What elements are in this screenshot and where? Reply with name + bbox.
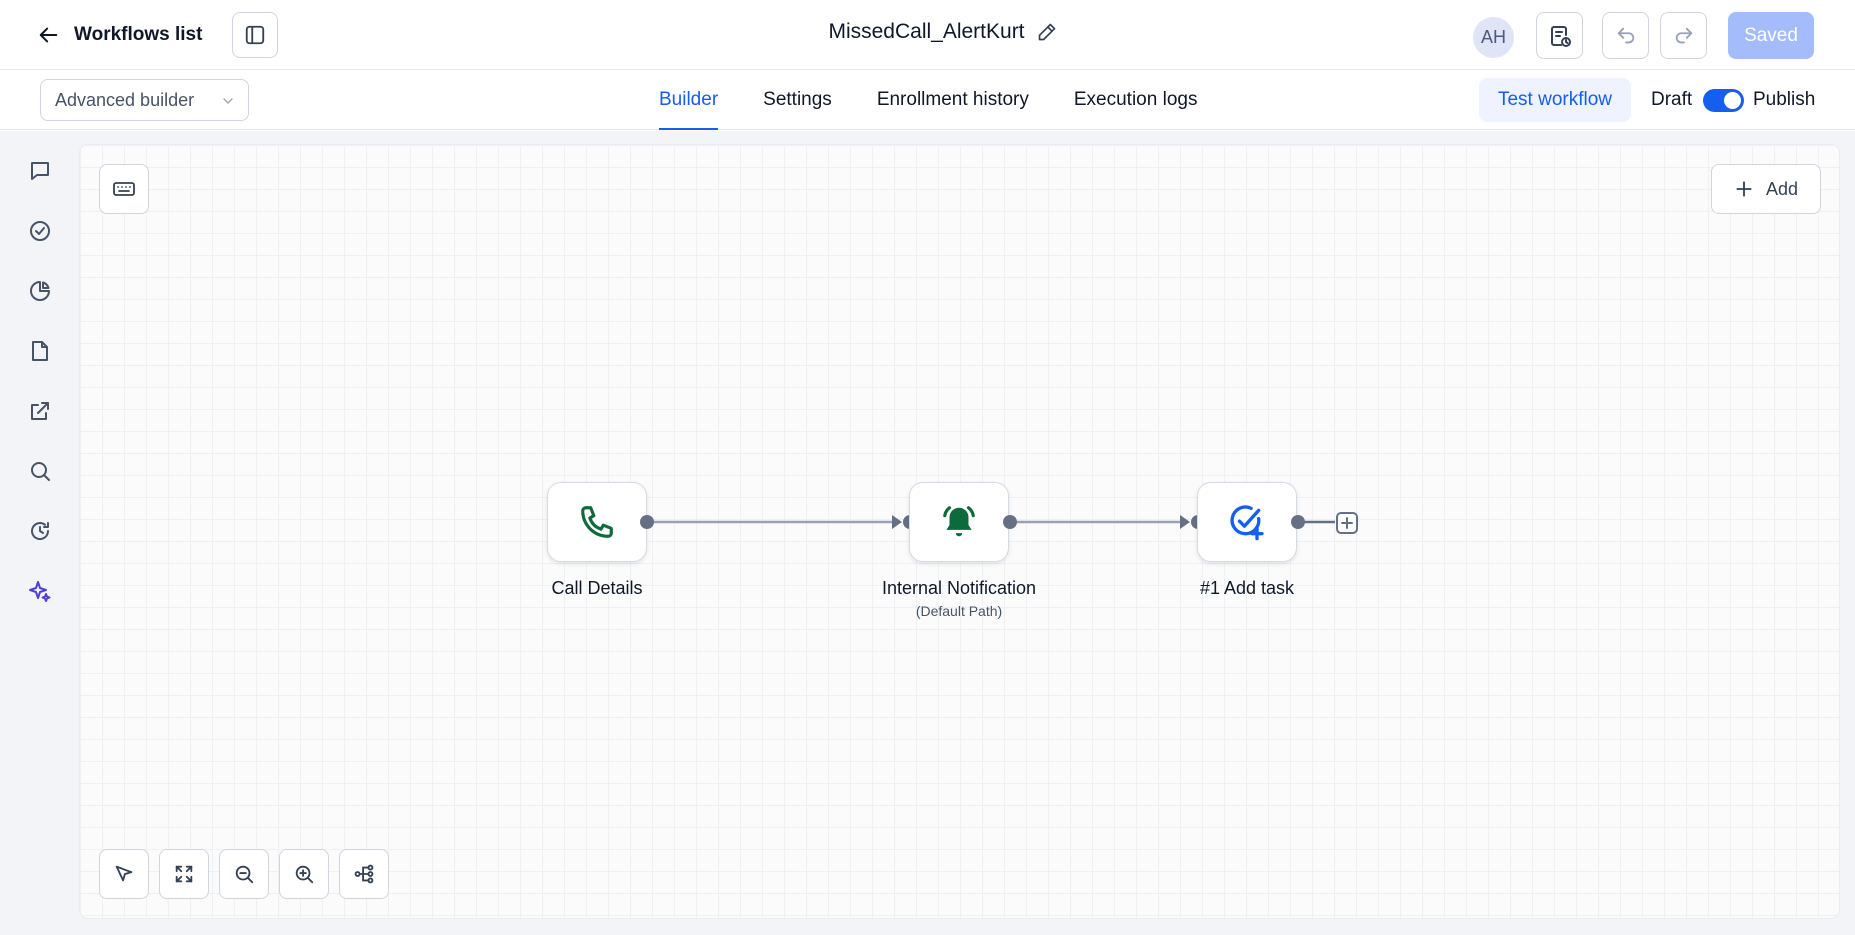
node-label: Internal Notification xyxy=(881,578,1037,598)
publish-label: Publish xyxy=(1753,89,1816,110)
tab-bar: Builder Settings Enrollment history Exec… xyxy=(659,70,1197,130)
bell-icon xyxy=(943,506,975,537)
redo-button[interactable] xyxy=(1660,12,1707,59)
chevron-down-icon xyxy=(223,98,233,104)
node-output-handle[interactable] xyxy=(640,515,654,529)
top-bar: Workflows list MissedCall_AlertKurt AH S… xyxy=(0,0,1855,70)
undo-icon xyxy=(1617,27,1634,43)
search-icon xyxy=(31,462,50,481)
back-label: Workflows list xyxy=(74,24,203,45)
file-icon xyxy=(32,341,48,361)
rail-item-external[interactable] xyxy=(20,391,60,431)
expand-icon xyxy=(175,865,193,883)
tree-layout-icon xyxy=(354,864,374,884)
tab-enrollment-history[interactable]: Enrollment history xyxy=(877,70,1029,130)
workflow-title: MissedCall_AlertKurt xyxy=(828,20,1056,44)
sidebar-panel-icon xyxy=(245,25,265,45)
node-add-task[interactable] xyxy=(1197,482,1297,562)
node-label: #1 Add task xyxy=(1199,578,1295,598)
tab-execution-logs[interactable]: Execution logs xyxy=(1074,70,1198,130)
tab-settings[interactable]: Settings xyxy=(763,70,832,130)
node-call-details[interactable] xyxy=(547,482,647,562)
check-circle-icon xyxy=(30,221,50,241)
add-step-icon[interactable] xyxy=(1335,511,1359,535)
saved-button[interactable]: Saved xyxy=(1728,12,1814,59)
node-output-handle[interactable] xyxy=(1003,515,1017,529)
left-rail xyxy=(0,131,80,935)
pencil-icon[interactable] xyxy=(1037,22,1057,42)
edge-notification-to-task xyxy=(1010,515,1190,529)
node-output-handle[interactable] xyxy=(1291,515,1305,529)
phone-icon xyxy=(581,506,613,538)
external-link-icon xyxy=(31,402,49,420)
select-tool-button[interactable] xyxy=(99,849,149,899)
node-internal-notification[interactable] xyxy=(909,482,1009,562)
version-history-button[interactable] xyxy=(1536,12,1583,59)
draft-label: Draft xyxy=(1651,89,1693,110)
document-history-icon xyxy=(1550,25,1571,47)
pie-chart-icon xyxy=(30,281,50,301)
publish-toggle[interactable] xyxy=(1703,89,1744,112)
rail-item-history[interactable] xyxy=(20,511,60,551)
sparkles-icon xyxy=(29,581,51,602)
builder-mode-value: Advanced builder xyxy=(55,89,195,110)
toggle-panel-button[interactable] xyxy=(232,12,278,58)
edge-call-to-notification xyxy=(647,515,902,529)
zoom-in-icon xyxy=(295,865,314,884)
avatar[interactable]: AH xyxy=(1473,17,1514,58)
undo-button[interactable] xyxy=(1602,12,1649,59)
rail-item-tasks[interactable] xyxy=(20,211,60,251)
rail-item-chat[interactable] xyxy=(20,151,60,191)
workflow-name: MissedCall_AlertKurt xyxy=(828,20,1025,43)
zoom-in-button[interactable] xyxy=(279,849,329,899)
history-icon xyxy=(31,522,50,540)
task-add-icon xyxy=(1230,505,1264,541)
rail-item-search[interactable] xyxy=(20,451,60,491)
auto-layout-button[interactable] xyxy=(339,849,389,899)
toggle-knob xyxy=(1724,92,1741,109)
redo-icon xyxy=(1675,27,1692,43)
node-sublabel: (Default Path) xyxy=(915,603,1003,619)
tab-builder[interactable]: Builder xyxy=(659,70,719,130)
cursor-icon xyxy=(115,865,133,882)
rail-item-files[interactable] xyxy=(20,331,60,371)
back-to-workflows-link[interactable]: Workflows list xyxy=(38,17,202,53)
test-workflow-button[interactable]: Test workflow xyxy=(1479,78,1631,122)
zoom-out-button[interactable] xyxy=(219,849,269,899)
fit-view-button[interactable] xyxy=(159,849,209,899)
rail-item-ai[interactable] xyxy=(20,571,60,611)
node-label: Call Details xyxy=(551,578,643,598)
chat-icon xyxy=(31,162,49,180)
rail-item-stats[interactable] xyxy=(20,271,60,311)
builder-mode-select[interactable]: Advanced builder xyxy=(40,79,249,121)
workflow-canvas[interactable]: Add Call Details Internal Notification (… xyxy=(80,145,1839,918)
arrow-left-icon xyxy=(39,27,58,43)
canvas-area: Add Call Details Internal Notification (… xyxy=(80,131,1855,935)
sub-bar: Advanced builder Builder Settings Enroll… xyxy=(0,70,1855,130)
zoom-out-icon xyxy=(235,865,254,884)
